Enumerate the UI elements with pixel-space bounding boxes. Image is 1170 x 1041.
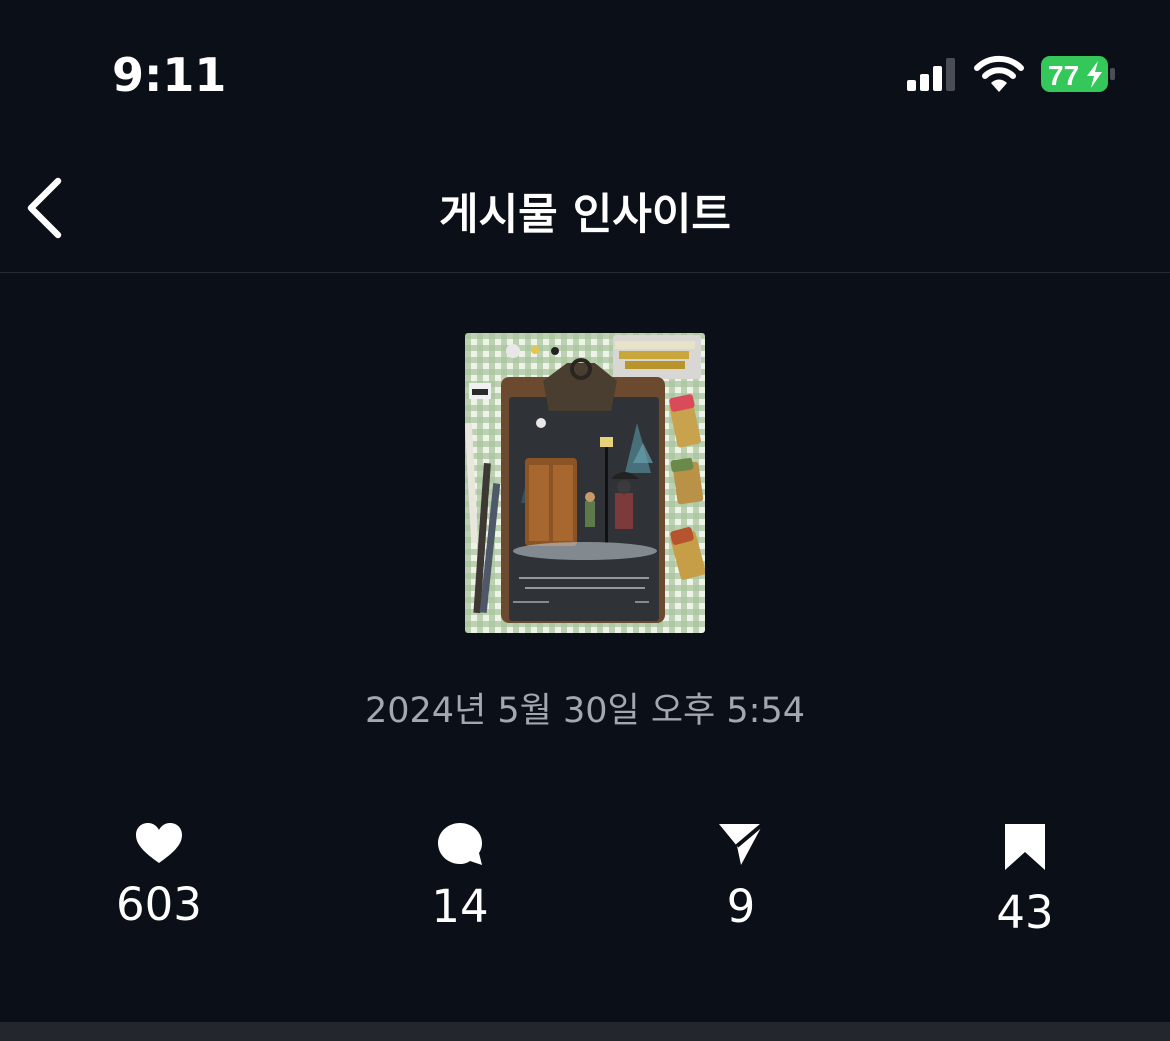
heart-icon	[136, 823, 182, 863]
battery-percent: 77	[1048, 60, 1079, 91]
comments-count: 14	[431, 880, 489, 933]
battery-icon: 77	[1041, 56, 1115, 92]
header-divider	[0, 272, 1170, 273]
wifi-icon	[974, 55, 1024, 92]
comments-metric[interactable]: 14	[360, 822, 560, 933]
saves-metric[interactable]: 43	[925, 822, 1125, 939]
post-thumbnail[interactable]	[465, 333, 705, 633]
comment-icon	[438, 823, 482, 865]
page-title: 게시물 인사이트	[439, 190, 731, 240]
bottom-panel-edge	[0, 1022, 1170, 1041]
post-image	[465, 333, 705, 633]
battery-indicator: 77	[1040, 55, 1118, 93]
share-icon	[719, 822, 765, 865]
shares-metric[interactable]: 9	[641, 822, 841, 933]
cellular-signal-icon	[907, 58, 955, 91]
post-date: 2024년 5월 30일 오후 5:54	[365, 691, 805, 731]
likes-count: 603	[116, 878, 202, 931]
saves-count: 43	[996, 886, 1054, 939]
shares-count: 9	[726, 880, 756, 933]
likes-metric[interactable]: 603	[59, 822, 259, 931]
post-insights-screen: 9:11 77 게시물 인사이트 2024년 5월 30일 오후 5:54 60…	[0, 0, 1170, 1041]
bookmark-icon	[1005, 824, 1045, 870]
status-time: 9:11	[112, 48, 227, 102]
